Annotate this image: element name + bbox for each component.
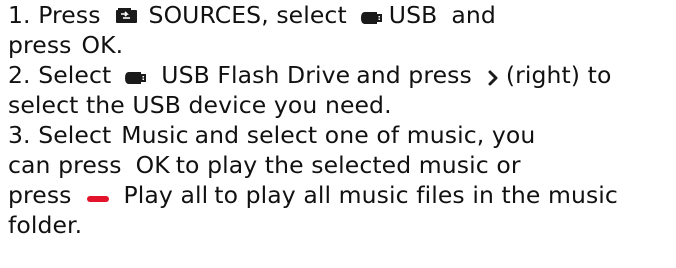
step-1-text-c: and xyxy=(451,1,496,29)
sources-icon xyxy=(115,3,139,33)
step-3-text-e: press xyxy=(8,181,72,209)
step-3-line-2: can press OK to play the selected music or xyxy=(8,150,674,180)
step-2-line-1: 2. Select USB Flash Drive and press (right)… xyxy=(8,60,674,90)
step-2-text-c: (right) to xyxy=(505,61,612,89)
step-3-text-f: to play all music files in the music xyxy=(214,181,618,209)
step-2-text-d: select the USB device you need. xyxy=(8,91,392,119)
usb-drive-icon xyxy=(125,63,147,93)
chevron-right-icon xyxy=(486,63,500,93)
step-3-line-1: 3. Select Music and select one of music, y… xyxy=(8,120,674,150)
step-3-text-a: 3. Select xyxy=(8,121,112,149)
ok-key-label-2: OK xyxy=(135,151,170,179)
step-1-line-1: 1. Press SOURCES, select USB and xyxy=(8,0,674,30)
step-2-text-b: and press xyxy=(356,61,472,89)
step-3-line-4: folder. xyxy=(8,210,674,240)
step-1-text-b: , select xyxy=(261,1,347,29)
usb-label: USB xyxy=(388,1,438,29)
play-all-label: Play all xyxy=(123,181,209,209)
ok-key-label: OK xyxy=(81,31,116,59)
step-2-text-a: 2. Select xyxy=(8,61,112,89)
music-label: Music xyxy=(121,121,189,149)
red-key-icon xyxy=(86,183,110,213)
step-1-line-2: press OK. xyxy=(8,30,674,60)
step-1-text-d: press xyxy=(8,31,72,59)
step-3-text-b: and select one of music, you xyxy=(194,121,536,149)
step-3-text-d: to play the selected music or xyxy=(175,151,521,179)
step-1-text-e: . xyxy=(115,31,124,59)
instructions-text: 1. Press SOURCES, select USB and press OK. 2… xyxy=(8,0,674,240)
step-1-text: 1. Press xyxy=(8,1,101,29)
sources-key-label: SOURCES xyxy=(148,1,262,29)
usb-flash-drive-label: USB Flash Drive xyxy=(161,61,351,89)
step-2-line-2: select the USB device you need. xyxy=(8,90,674,120)
step-3-text-g: folder. xyxy=(8,211,83,239)
step-3-text-c: can press xyxy=(8,151,122,179)
usb-drive-icon xyxy=(360,3,383,33)
step-3-line-3: press Play all to play all music files in … xyxy=(8,180,674,210)
